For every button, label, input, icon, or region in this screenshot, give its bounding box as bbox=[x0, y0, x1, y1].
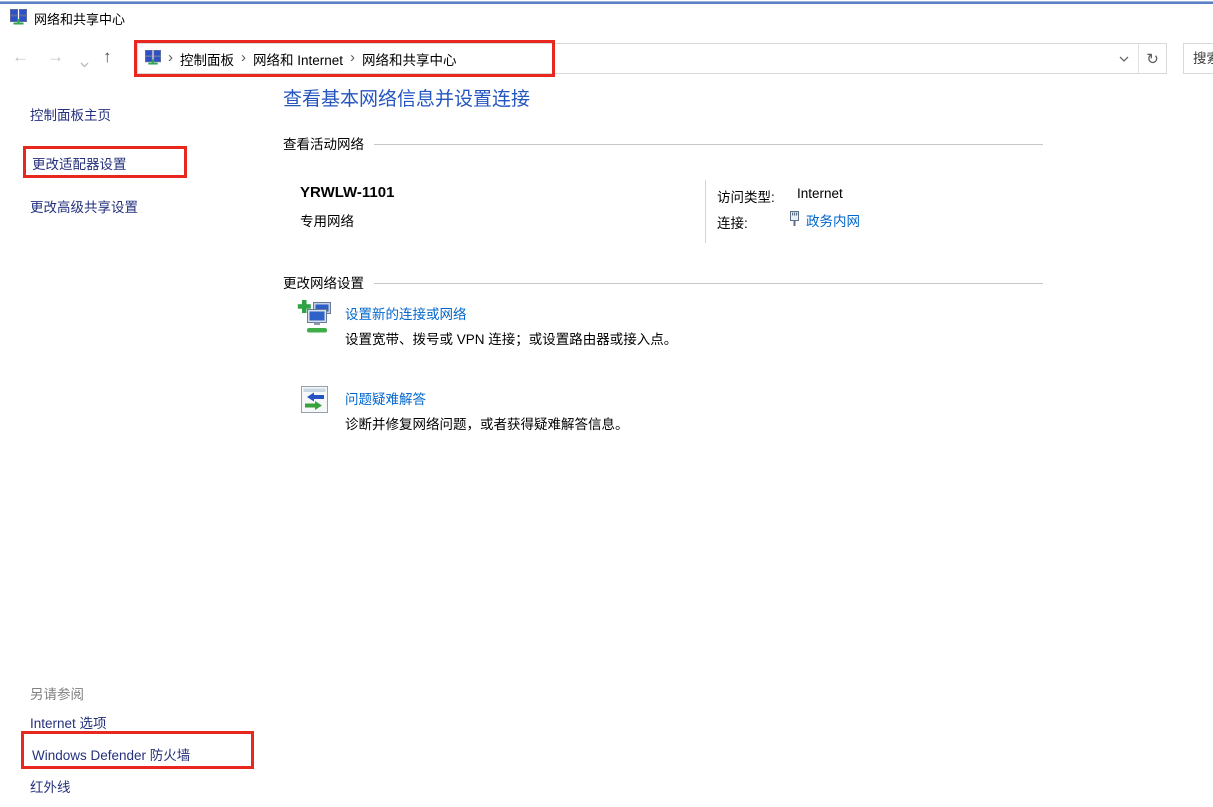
network-sharing-center-icon bbox=[10, 9, 27, 28]
recent-pages-chevron-icon[interactable] bbox=[80, 52, 89, 74]
section-change-network-settings: 更改网络设置 bbox=[283, 272, 1043, 292]
title-bar: 网络和共享中心 bbox=[10, 9, 125, 28]
breadcrumb-control-panel[interactable]: 控制面板 bbox=[180, 49, 234, 69]
sidebar-item-control-panel-home[interactable]: 控制面板主页 bbox=[30, 104, 111, 124]
up-arrow-icon[interactable]: ↑ bbox=[103, 46, 112, 68]
address-bar[interactable]: › 控制面板 › 网络和 Internet › 网络和共享中心 ↻ bbox=[137, 43, 1167, 74]
connection-link[interactable]: 政务内网 bbox=[806, 210, 860, 230]
troubleshoot-icon[interactable] bbox=[301, 386, 328, 416]
access-type-label: 访问类型: bbox=[717, 186, 775, 206]
task-setup-new-connection-desc: 设置宽带、拨号或 VPN 连接；或设置路由器或接入点。 bbox=[345, 328, 677, 348]
see-also-infrared[interactable]: 红外线 bbox=[30, 776, 71, 796]
network-name: YRWLW-1101 bbox=[300, 184, 394, 201]
network-sharing-center-window: 网络和共享中心 ← → ↑ › 控制面板 › 网络和 Internet › 网络… bbox=[0, 0, 1213, 807]
window-title: 网络和共享中心 bbox=[34, 9, 125, 28]
breadcrumb-separator: › bbox=[343, 49, 362, 66]
breadcrumb-separator: › bbox=[234, 49, 253, 66]
breadcrumb-network-sharing-center[interactable]: 网络和共享中心 bbox=[362, 49, 457, 69]
search-box[interactable] bbox=[1183, 43, 1213, 74]
sidebar-item-change-adapter-settings[interactable]: 更改适配器设置 bbox=[32, 153, 127, 173]
task-troubleshoot-link[interactable]: 问题疑难解答 bbox=[345, 388, 426, 408]
back-arrow-icon[interactable]: ← bbox=[12, 46, 29, 68]
forward-arrow-icon[interactable]: → bbox=[47, 46, 64, 68]
breadcrumb-root-icon[interactable] bbox=[145, 50, 161, 68]
section-rule bbox=[374, 283, 1043, 284]
sidebar-item-change-advanced-sharing[interactable]: 更改高级共享设置 bbox=[30, 196, 138, 216]
refresh-icon[interactable]: ↻ bbox=[1138, 44, 1166, 73]
see-also-heading: 另请参阅 bbox=[30, 683, 84, 703]
section-heading: 更改网络设置 bbox=[283, 272, 364, 292]
ethernet-icon bbox=[788, 211, 801, 230]
section-heading: 查看活动网络 bbox=[283, 133, 364, 153]
see-also-internet-options[interactable]: Internet 选项 bbox=[30, 712, 107, 732]
section-view-active-networks: 查看活动网络 bbox=[283, 133, 1043, 153]
task-troubleshoot-desc: 诊断并修复网络问题，或者获得疑难解答信息。 bbox=[345, 413, 629, 433]
section-rule bbox=[374, 144, 1043, 145]
access-type-value: Internet bbox=[797, 186, 843, 201]
see-also-windows-defender-firewall[interactable]: Windows Defender 防火墙 bbox=[32, 744, 190, 764]
search-input[interactable] bbox=[1184, 44, 1213, 73]
breadcrumb-separator: › bbox=[161, 49, 180, 66]
page-title: 查看基本网络信息并设置连接 bbox=[283, 84, 530, 111]
network-profile: 专用网络 bbox=[300, 210, 354, 230]
setup-new-connection-icon[interactable] bbox=[297, 299, 335, 339]
network-column-divider bbox=[705, 180, 706, 243]
address-dropdown-chevron-icon[interactable] bbox=[1110, 44, 1138, 73]
connection-label: 连接: bbox=[717, 212, 748, 232]
window-top-border bbox=[0, 1, 1213, 4]
breadcrumb-network-internet[interactable]: 网络和 Internet bbox=[253, 49, 343, 69]
task-setup-new-connection-link[interactable]: 设置新的连接或网络 bbox=[345, 303, 467, 323]
